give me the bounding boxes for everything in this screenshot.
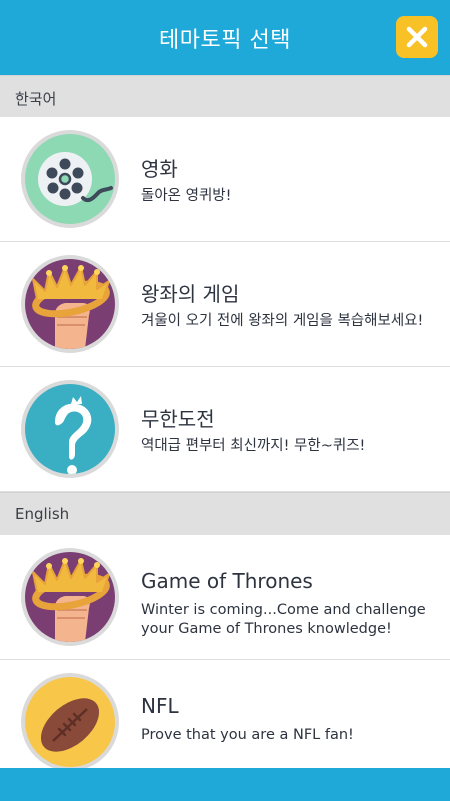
close-button[interactable] [396, 16, 438, 58]
list-item-game-of-thrones-kr[interactable]: 왕좌의 게임 겨울이 오기 전에 왕좌의 게임을 복습해보세요! [0, 242, 450, 367]
film-reel-icon [21, 130, 119, 228]
list-item-infinite-challenge[interactable]: 무한도전 역대급 편부터 최신까지! 무한~퀴즈! [0, 367, 450, 492]
item-description: 역대급 편부터 최신까지! 무한~퀴즈! [141, 438, 366, 454]
item-title: 왕좌의 게임 [141, 282, 240, 306]
football-icon [21, 673, 119, 771]
list-item-movie[interactable]: 영화 돌아온 영퀴방! [0, 117, 450, 242]
question-mark-icon [21, 380, 119, 478]
page-title: 테마토픽 선택 [159, 28, 291, 53]
list-item-nfl[interactable]: NFL Prove that you are a NFL fan! [0, 660, 450, 785]
item-title: NFL [141, 694, 179, 718]
item-description: 겨울이 오기 전에 왕좌의 게임을 복습해보세요! [141, 313, 424, 329]
bottom-bar [0, 768, 450, 801]
crown-fist-icon [21, 255, 119, 353]
item-title: Game of Thrones [141, 569, 313, 593]
item-description: 돌아온 영퀴방! [141, 188, 232, 204]
section-label: English [15, 505, 70, 523]
item-title: 영화 [141, 157, 178, 181]
section-header-korean: 한국어 [0, 75, 450, 118]
crown-fist-icon [21, 548, 119, 646]
close-icon [406, 26, 428, 48]
list-item-game-of-thrones-en[interactable]: Game of Thrones Winter is coming...Come … [0, 535, 450, 660]
header-bar: 테마토픽 선택 [0, 0, 450, 75]
item-description: Winter is coming...Come and challenge yo… [141, 602, 426, 637]
section-label: 한국어 [15, 90, 57, 108]
item-title: 무한도전 [141, 407, 215, 431]
section-header-english: English [0, 492, 450, 535]
item-description: Prove that you are a NFL fan! [141, 727, 354, 743]
